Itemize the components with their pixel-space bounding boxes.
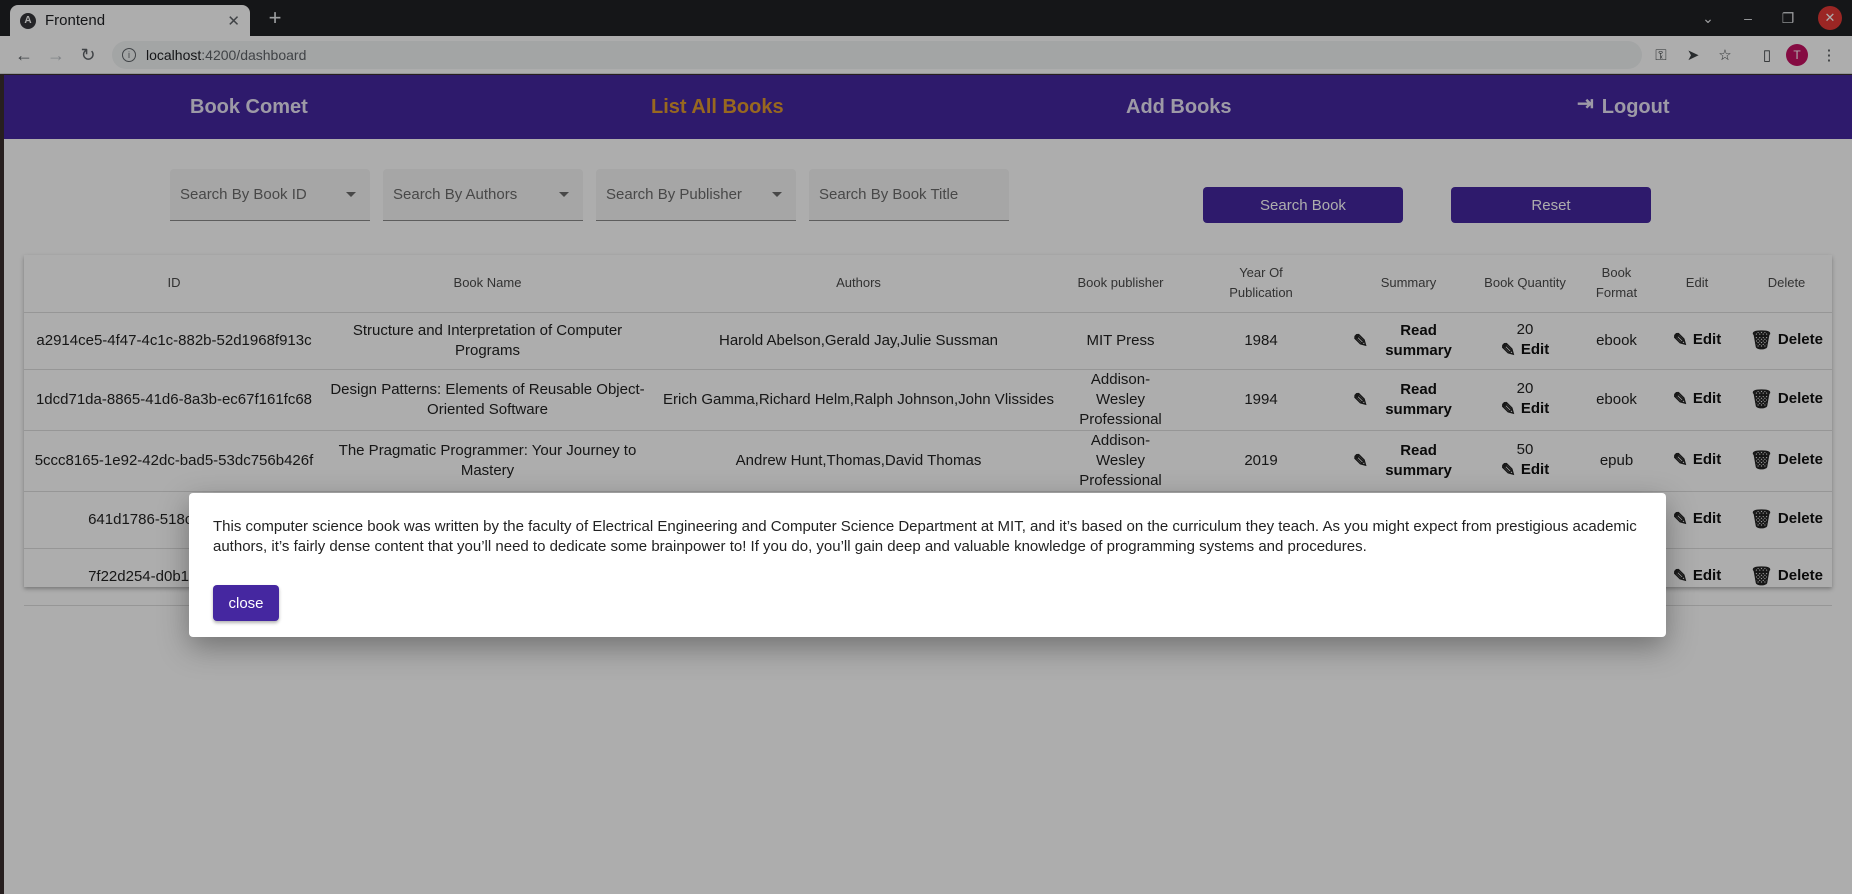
summary-text: This computer science book was written b… [213, 518, 1637, 555]
modal-backdrop[interactable] [0, 0, 1852, 894]
close-button[interactable]: close [213, 585, 279, 621]
summary-dialog: This computer science book was written b… [189, 493, 1666, 637]
